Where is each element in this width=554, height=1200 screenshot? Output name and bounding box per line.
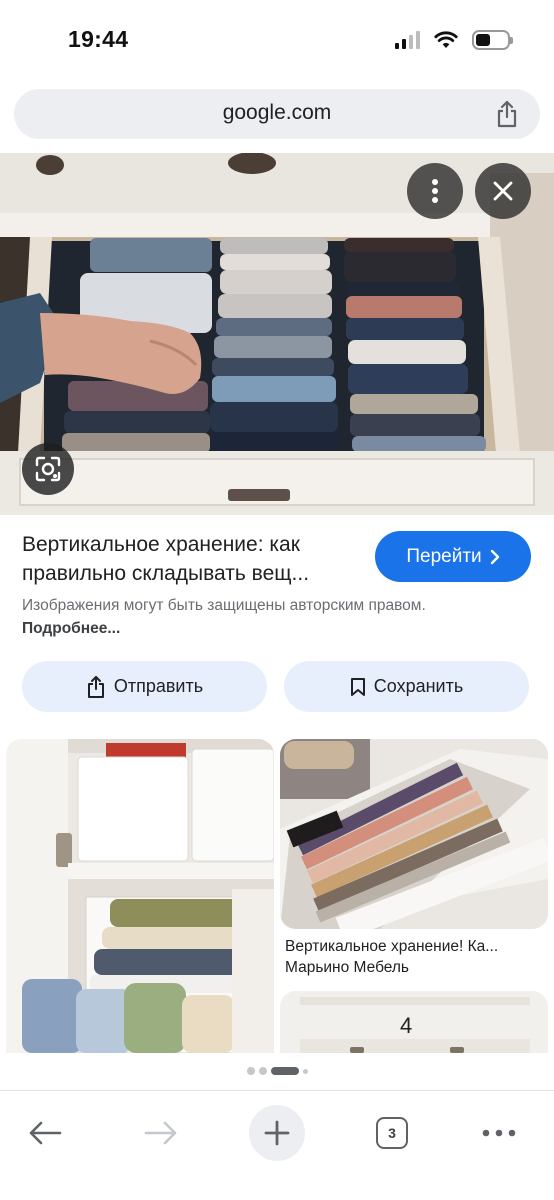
svg-text:4: 4 — [400, 1013, 412, 1038]
more-horiz-icon — [482, 1129, 516, 1137]
related-caption[interactable]: Вертикальное хранение! Ка... — [285, 935, 547, 959]
visit-button[interactable]: Перейти — [375, 531, 531, 582]
share-icon — [87, 675, 104, 698]
menu-button[interactable] — [471, 1105, 527, 1161]
forward-button[interactable] — [133, 1105, 189, 1161]
status-bar: 19:44 — [0, 0, 554, 82]
plus-icon — [264, 1120, 290, 1146]
lens-button[interactable] — [22, 443, 74, 495]
copyright-text: Изображения могут быть защищены авторски… — [22, 597, 426, 614]
pager-dot — [246, 1067, 255, 1075]
related-image-card[interactable] — [280, 739, 548, 929]
bottom-toolbar: 3 — [0, 1090, 554, 1200]
status-icons — [395, 30, 513, 50]
drawer-photo — [0, 153, 554, 515]
save-button[interactable]: Сохранить — [284, 661, 529, 712]
visit-label: Перейти — [406, 545, 482, 567]
related-source: Марьино Мебель — [285, 959, 410, 976]
close-button[interactable] — [475, 163, 531, 219]
tab-switcher-button[interactable]: 3 — [364, 1105, 420, 1161]
copyright-notice: Изображения могут быть защищены авторски… — [22, 594, 442, 640]
send-button[interactable]: Отправить — [22, 661, 267, 712]
carousel-pager — [0, 1067, 554, 1075]
status-time: 19:44 — [68, 26, 129, 52]
battery-icon — [472, 30, 513, 50]
arrow-right-icon — [144, 1121, 177, 1145]
more-button[interactable] — [407, 163, 463, 219]
back-button[interactable] — [17, 1105, 73, 1161]
url-text[interactable]: google.com — [14, 101, 540, 125]
tab-count: 3 — [376, 1117, 408, 1149]
pager-dot — [302, 1068, 308, 1074]
more-vert-icon — [432, 179, 438, 203]
new-tab-button[interactable] — [249, 1105, 305, 1161]
address-bar[interactable]: google.com — [14, 89, 540, 139]
learn-more-link[interactable]: Подробнее... — [22, 620, 120, 637]
save-label: Сохранить — [373, 676, 464, 696]
related-image-closet — [6, 739, 274, 1053]
wifi-icon — [434, 31, 458, 48]
bookmark-icon — [350, 677, 365, 696]
send-label: Отправить — [113, 676, 204, 696]
lens-icon — [35, 456, 61, 482]
share-icon[interactable] — [494, 100, 520, 128]
related-image-card[interactable]: 4 — [280, 991, 548, 1053]
related-image-dresser: 4 — [280, 991, 548, 1053]
related-image-drawer — [280, 739, 548, 929]
close-icon — [493, 181, 513, 201]
related-image-card[interactable] — [6, 739, 274, 1053]
arrow-left-icon — [29, 1121, 62, 1145]
result-title[interactable]: Вертикальное хранение: как правильно скл… — [22, 530, 362, 588]
chevron-right-icon — [490, 549, 499, 564]
hero-image[interactable] — [0, 153, 554, 515]
pager-dot — [258, 1067, 267, 1075]
pager-dot-active — [270, 1067, 299, 1075]
signal-icon — [395, 31, 420, 49]
